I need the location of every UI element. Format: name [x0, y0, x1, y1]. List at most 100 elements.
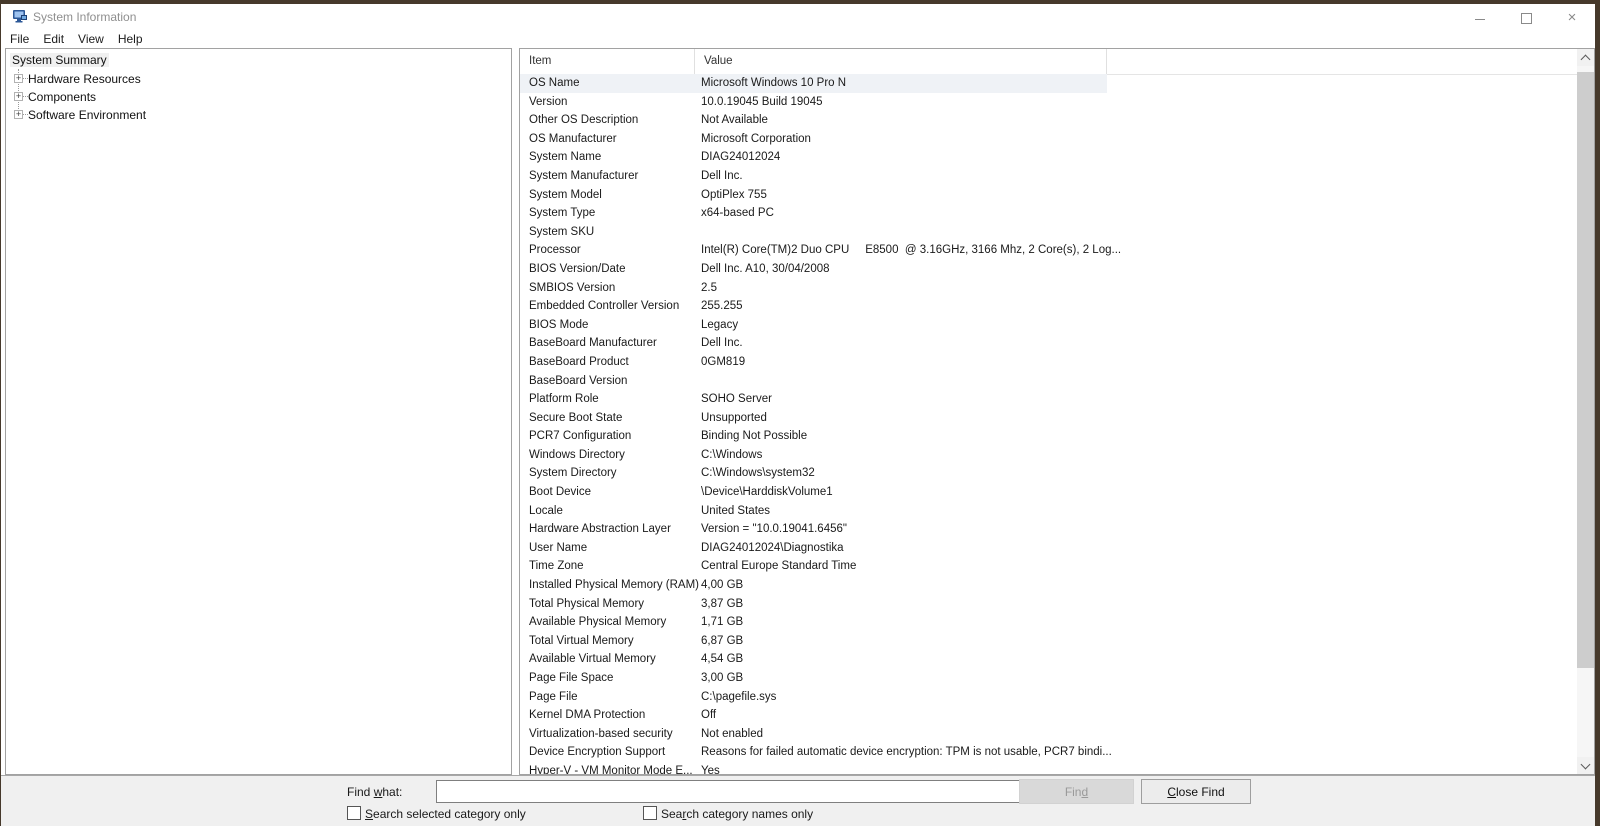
item-cell: Page File	[520, 688, 701, 707]
table-row[interactable]: System ModelOptiPlex 755	[520, 186, 1577, 205]
table-row[interactable]: LocaleUnited States	[520, 502, 1577, 521]
menu-file[interactable]: File	[3, 31, 36, 49]
close-find-button[interactable]: Close Find	[1141, 779, 1251, 804]
value-cell: Central Europe Standard Time	[701, 557, 856, 576]
item-cell: Total Virtual Memory	[520, 632, 701, 651]
find-input[interactable]	[436, 780, 1024, 803]
value-cell: Not enabled	[701, 725, 763, 744]
table-row[interactable]: Version10.0.19045 Build 19045	[520, 93, 1577, 112]
value-cell: 3,87 GB	[701, 595, 743, 614]
table-row[interactable]: Page File Space3,00 GB	[520, 669, 1577, 688]
value-cell: Version = "10.0.19041.6456"	[701, 520, 847, 539]
table-row[interactable]: Device Encryption SupportReasons for fai…	[520, 743, 1577, 762]
table-rows: OS NameMicrosoft Windows 10 Pro NVersion…	[520, 74, 1577, 774]
item-cell: System Model	[520, 186, 701, 205]
item-cell: BIOS Mode	[520, 316, 701, 335]
maximize-button[interactable]	[1503, 4, 1549, 32]
table-row[interactable]: BaseBoard ManufacturerDell Inc.	[520, 334, 1577, 353]
table-row[interactable]: Hyper-V - VM Monitor Mode E...Yes	[520, 762, 1577, 774]
tree-item-hardware-resources[interactable]: + Hardware Resources	[6, 70, 511, 88]
table-row[interactable]: Available Virtual Memory4,54 GB	[520, 650, 1577, 669]
table-row[interactable]: Secure Boot StateUnsupported	[520, 409, 1577, 428]
menu-view[interactable]: View	[71, 31, 111, 49]
table-row[interactable]: Hardware Abstraction LayerVersion = "10.…	[520, 520, 1577, 539]
item-cell: OS Manufacturer	[520, 130, 701, 149]
table-row[interactable]: BaseBoard Product0GM819	[520, 353, 1577, 372]
value-cell: 6,87 GB	[701, 632, 743, 651]
value-cell: Dell Inc.	[701, 334, 743, 353]
checkbox-icon[interactable]	[643, 806, 657, 820]
table-row[interactable]: Other OS DescriptionNot Available	[520, 111, 1577, 130]
table-row[interactable]: System DirectoryC:\Windows\system32	[520, 464, 1577, 483]
scrollbar-thumb[interactable]	[1577, 72, 1594, 668]
table-row[interactable]: BIOS Version/DateDell Inc. A10, 30/04/20…	[520, 260, 1577, 279]
tree-item-components[interactable]: + Components	[6, 88, 511, 106]
checkbox-icon[interactable]	[347, 806, 361, 820]
table-row[interactable]: Boot Device\Device\HarddiskVolume1	[520, 483, 1577, 502]
table-row[interactable]: Windows DirectoryC:\Windows	[520, 446, 1577, 465]
table-row[interactable]: BaseBoard Version	[520, 372, 1577, 391]
value-cell: C:\Windows\system32	[701, 464, 815, 483]
value-cell: Yes	[701, 762, 720, 774]
table-row[interactable]: Installed Physical Memory (RAM)4,00 GB	[520, 576, 1577, 595]
item-cell: System Directory	[520, 464, 701, 483]
find-button[interactable]: Find	[1019, 779, 1134, 804]
column-header-value[interactable]: Value	[695, 49, 1107, 74]
value-cell: Microsoft Windows 10 Pro N	[701, 74, 846, 93]
item-cell: BaseBoard Product	[520, 353, 701, 372]
tree-item-system-summary[interactable]: System Summary	[6, 52, 511, 70]
expand-plus-icon[interactable]: +	[14, 110, 23, 119]
value-cell: SOHO Server	[701, 390, 772, 409]
table-row[interactable]: Page FileC:\pagefile.sys	[520, 688, 1577, 707]
table-row[interactable]: Total Physical Memory3,87 GB	[520, 595, 1577, 614]
menu-edit[interactable]: Edit	[36, 31, 71, 49]
value-cell: OptiPlex 755	[701, 186, 767, 205]
table-row[interactable]: ProcessorIntel(R) Core(TM)2 Duo CPU E850…	[520, 241, 1577, 260]
close-button[interactable]: ×	[1549, 4, 1595, 32]
table-row[interactable]: OS NameMicrosoft Windows 10 Pro N	[520, 74, 1577, 93]
table-row[interactable]: User NameDIAG24012024\Diagnostika	[520, 539, 1577, 558]
chevron-up-icon	[1581, 55, 1591, 65]
table-row[interactable]: Kernel DMA ProtectionOff	[520, 706, 1577, 725]
value-cell: Off	[701, 706, 716, 725]
table-row[interactable]: SMBIOS Version2.5	[520, 279, 1577, 298]
expand-plus-icon[interactable]: +	[14, 92, 23, 101]
table-row[interactable]: PCR7 ConfigurationBinding Not Possible	[520, 427, 1577, 446]
item-cell: BIOS Version/Date	[520, 260, 701, 279]
tree-item-software-environment[interactable]: + Software Environment	[6, 106, 511, 124]
value-cell: Microsoft Corporation	[701, 130, 811, 149]
scroll-down-button[interactable]	[1577, 757, 1594, 774]
table-row[interactable]: System NameDIAG24012024	[520, 148, 1577, 167]
vertical-scrollbar[interactable]	[1577, 49, 1594, 774]
item-cell: Locale	[520, 502, 701, 521]
value-cell: 3,00 GB	[701, 669, 743, 688]
table-row[interactable]: Virtualization-based securityNot enabled	[520, 725, 1577, 744]
item-cell: Available Virtual Memory	[520, 650, 701, 669]
search-selected-category-checkbox[interactable]: Search selected category only	[347, 806, 526, 822]
minimize-button[interactable]	[1457, 4, 1503, 32]
value-cell: Dell Inc. A10, 30/04/2008	[701, 260, 830, 279]
column-header-item[interactable]: Item	[520, 49, 695, 74]
value-cell: United States	[701, 502, 770, 521]
expand-plus-icon[interactable]: +	[14, 74, 23, 83]
value-cell: Unsupported	[701, 409, 767, 428]
table-row[interactable]: System ManufacturerDell Inc.	[520, 167, 1577, 186]
value-cell: 2.5	[701, 279, 717, 298]
table-row[interactable]: System SKU	[520, 223, 1577, 242]
table-row[interactable]: OS ManufacturerMicrosoft Corporation	[520, 130, 1577, 149]
table-row[interactable]: Embedded Controller Version255.255	[520, 297, 1577, 316]
table-row[interactable]: Platform RoleSOHO Server	[520, 390, 1577, 409]
table-row[interactable]: System Typex64-based PC	[520, 204, 1577, 223]
table-row[interactable]: Available Physical Memory1,71 GB	[520, 613, 1577, 632]
table-row[interactable]: Total Virtual Memory6,87 GB	[520, 632, 1577, 651]
close-icon: ×	[1568, 9, 1577, 26]
table-row[interactable]: Time ZoneCentral Europe Standard Time	[520, 557, 1577, 576]
value-cell: 255.255	[701, 297, 743, 316]
list-header: Item Value	[520, 49, 1577, 75]
value-cell: 4,00 GB	[701, 576, 743, 595]
menu-help[interactable]: Help	[111, 31, 150, 49]
table-row[interactable]: BIOS ModeLegacy	[520, 316, 1577, 335]
item-cell: Version	[520, 93, 701, 112]
search-category-names-checkbox[interactable]: Search category names only	[643, 806, 813, 822]
scroll-up-button[interactable]	[1577, 49, 1594, 66]
